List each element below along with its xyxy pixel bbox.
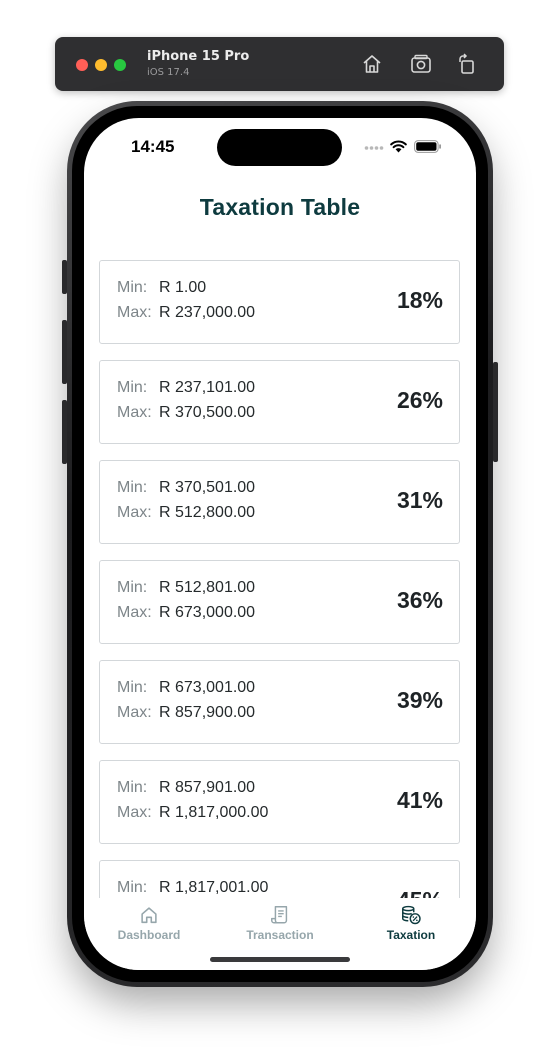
- min-label: Min:: [117, 879, 148, 896]
- min-label: Min:: [117, 679, 148, 696]
- tax-bracket-card: Min: R 237,101.00 Max: R 370,500.00 26%: [99, 360, 460, 444]
- max-label: Max:: [117, 404, 152, 421]
- os-version: iOS 17.4: [147, 67, 190, 78]
- min-label: Min:: [117, 779, 148, 796]
- cellular-signal-icon: [364, 146, 384, 150]
- tax-rate: 18%: [396, 287, 443, 313]
- simulator-toolbar: iPhone 15 Pro iOS 17.4: [55, 37, 504, 91]
- receipt-icon: [271, 906, 288, 924]
- max-label: Max:: [117, 304, 152, 321]
- tax-bracket-card: Min: R 673,001.00 Max: R 857,900.00 39%: [99, 660, 460, 744]
- tab-label: Transaction: [246, 928, 314, 942]
- min-value: R 1.00: [159, 279, 207, 296]
- tax-bracket-card: Min: R 1.00 Max: R 237,000.00 18%: [99, 260, 460, 344]
- tax-rate: 39%: [396, 687, 443, 713]
- min-value: R 1,817,001.00: [159, 879, 269, 896]
- tab-transaction[interactable]: Transaction: [215, 904, 345, 942]
- tax-rate: 45%: [397, 887, 443, 898]
- tax-bracket-card: Min: R 512,801.00 Max: R 673,000.00 36%: [99, 560, 460, 644]
- tax-bracket-card: Min: R 857,901.00 Max: R 1,817,000.00 41%: [99, 760, 460, 844]
- min-value: R 370,501.00: [159, 479, 256, 496]
- dynamic-island: [217, 129, 342, 166]
- close-window-button[interactable]: [76, 59, 88, 71]
- tax-bracket-card: Min: R 370,501.00 Max: R 512,800.00 31%: [99, 460, 460, 544]
- min-label: Min:: [117, 579, 148, 596]
- tax-bracket-list[interactable]: Min: R 1.00 Max: R 237,000.00 18% Min: R 23…: [99, 260, 460, 898]
- status-time: 14:45: [131, 137, 175, 156]
- tab-label: Dashboard: [117, 928, 181, 942]
- tab-taxation[interactable]: Taxation: [346, 904, 476, 942]
- tax-bracket-card: Min:R 1,817,001.00 Max: 45%: [99, 860, 460, 898]
- rotate-button[interactable]: [455, 52, 479, 76]
- max-value: R 857,900.00: [159, 704, 256, 721]
- min-value: R 673,001.00: [159, 679, 256, 696]
- max-label: Max:: [117, 504, 152, 521]
- home-indicator[interactable]: [210, 957, 350, 962]
- min-value: R 237,101.00: [159, 379, 256, 396]
- power-button: [493, 362, 498, 462]
- battery-icon: [414, 140, 441, 153]
- max-value: R 512,800.00: [159, 504, 256, 521]
- screenshot-button[interactable]: [409, 52, 433, 76]
- tax-rate: 31%: [396, 487, 443, 513]
- min-label: Min:: [117, 279, 148, 296]
- page-title: Taxation Table: [199, 194, 361, 220]
- min-value: R 512,801.00: [159, 579, 256, 596]
- max-label: Max:: [117, 604, 152, 621]
- home-icon: [141, 907, 157, 924]
- phone-screen: 14:45 Taxation Table Min: R 1.00 Max: R 23…: [84, 118, 476, 970]
- tab-label: Taxation: [386, 928, 436, 942]
- max-value: R 1,817,000.00: [159, 804, 269, 821]
- max-label: Max:: [117, 804, 152, 821]
- home-button[interactable]: [360, 52, 384, 76]
- home-icon: [363, 55, 381, 73]
- min-value: R 857,901.00: [159, 779, 256, 796]
- wifi-icon: [390, 140, 407, 153]
- max-value: R 370,500.00: [159, 404, 256, 421]
- max-value: R 673,000.00: [159, 604, 256, 621]
- min-label: Min:: [117, 379, 148, 396]
- min-label: Min:: [117, 479, 148, 496]
- tax-rate: 26%: [396, 387, 443, 413]
- max-label: Max:: [117, 704, 152, 721]
- zoom-window-button[interactable]: [114, 59, 126, 71]
- coins-percent-icon: [402, 905, 421, 925]
- rotate-icon: [459, 53, 474, 74]
- status-icons: [364, 140, 442, 154]
- tax-rate: 36%: [396, 587, 443, 613]
- max-value: R 237,000.00: [159, 304, 256, 321]
- minimize-window-button[interactable]: [95, 59, 107, 71]
- device-name: iPhone 15 Pro: [147, 49, 250, 64]
- tax-rate: 41%: [396, 787, 443, 813]
- camera-icon: [411, 54, 431, 73]
- tab-dashboard[interactable]: Dashboard: [84, 904, 214, 942]
